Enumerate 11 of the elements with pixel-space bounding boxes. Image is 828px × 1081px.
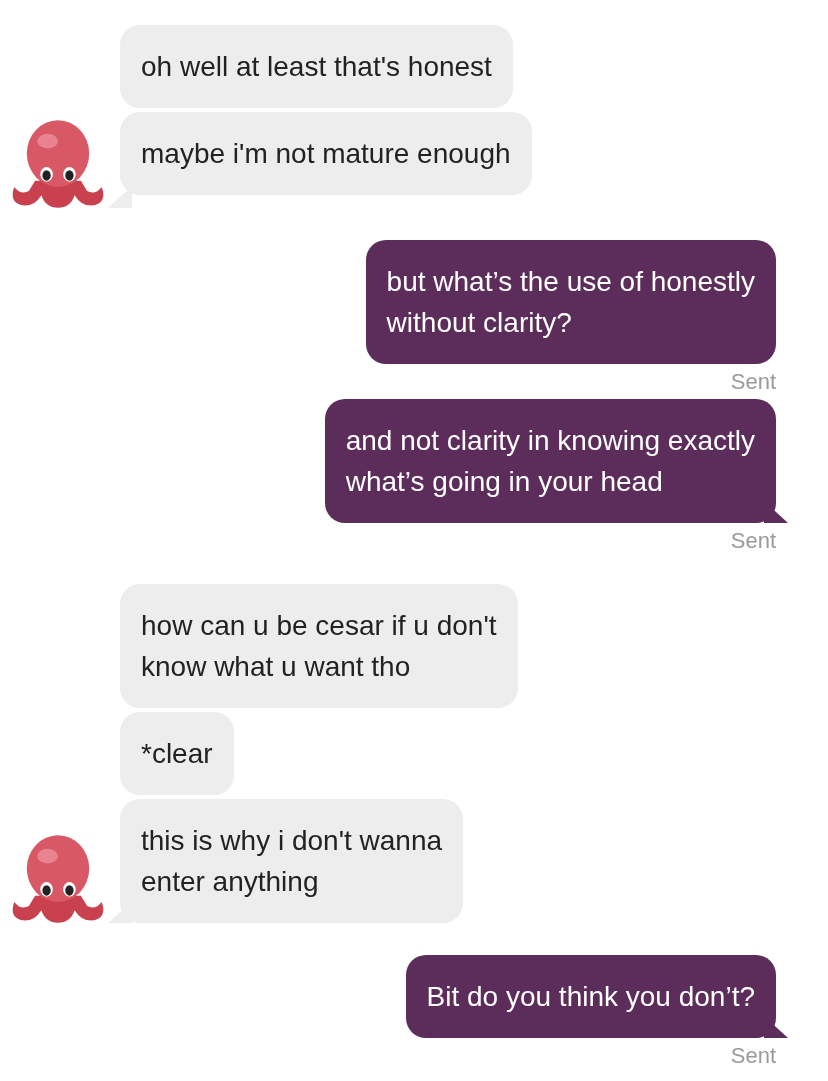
message-bubble: maybe i'm not mature enough <box>120 112 532 195</box>
delivery-status: Sent <box>730 1043 776 1069</box>
message-bubble: and not clarity in knowing exactly what’s going in your head <box>324 399 776 523</box>
message-bubble: Bit do you think you don’t? <box>405 955 776 1038</box>
message-bubble: this is why i don't wanna enter anything <box>120 799 464 923</box>
message-bubble: *clear <box>120 712 234 795</box>
delivery-status: Sent <box>730 369 776 395</box>
message-bubble: oh well at least that's honest <box>120 25 513 108</box>
delivery-status: Sent <box>730 528 776 554</box>
message-bubble: but what’s the use of honestly without clarity? <box>365 240 776 364</box>
message-bubble: how can u be cesar if u don't know what u want tho <box>120 584 518 708</box>
